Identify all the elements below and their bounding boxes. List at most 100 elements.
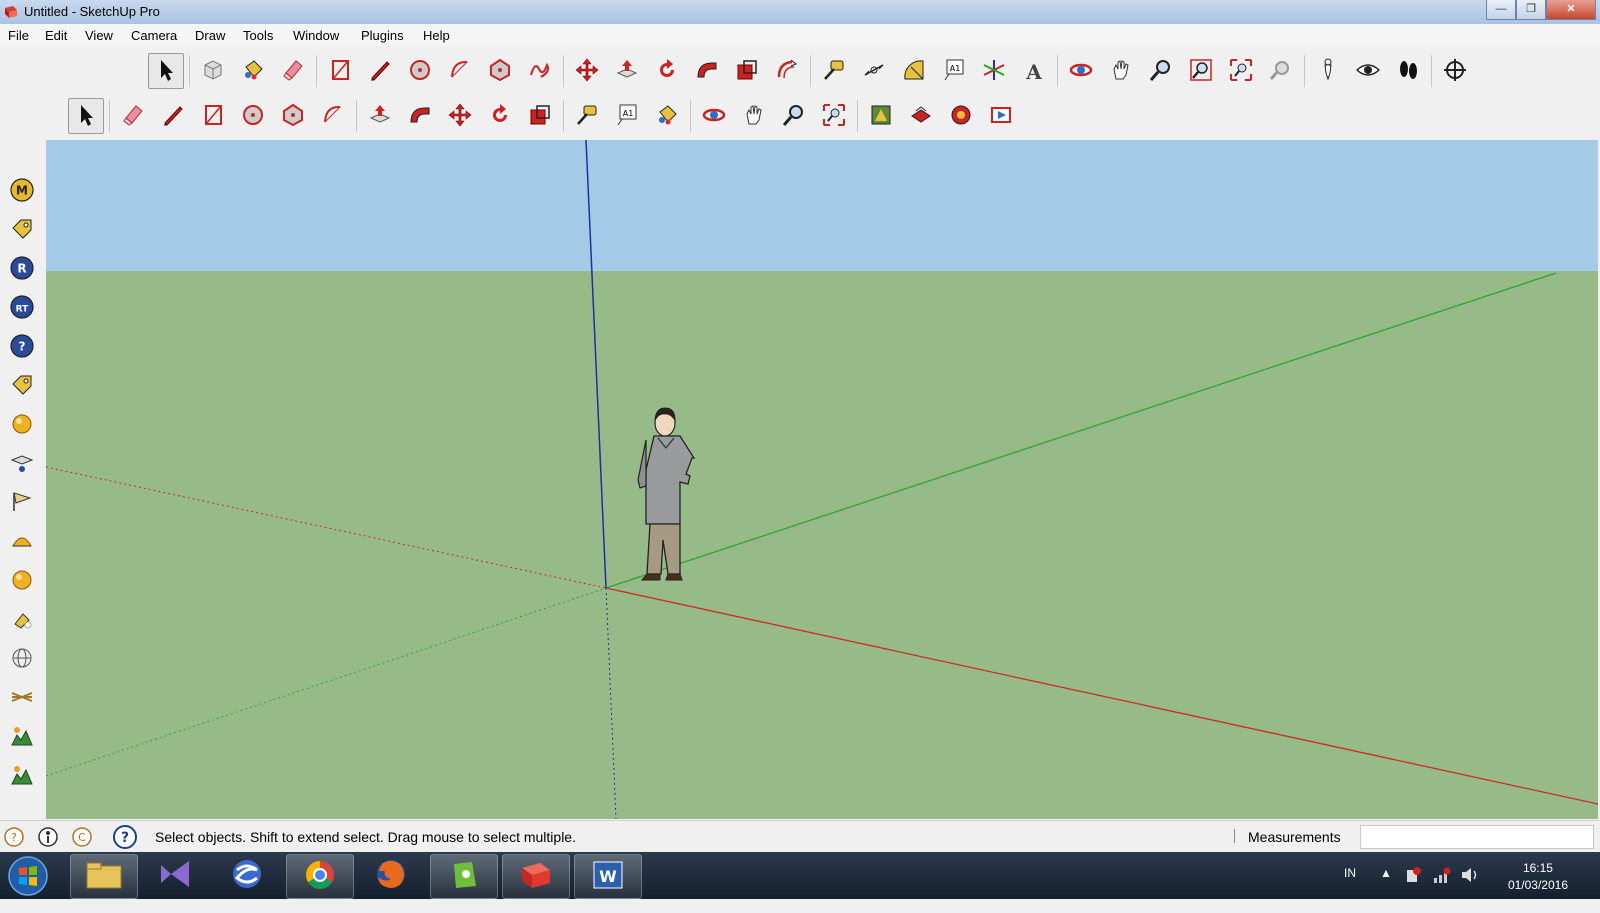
large-toolset-freehand-button[interactable]	[522, 53, 558, 89]
taskbar-visual-studio-button[interactable]	[142, 854, 208, 897]
system-clock[interactable]: 16:15 01/03/2016	[1508, 860, 1568, 894]
getting-started-scale-button[interactable]	[522, 98, 558, 134]
large-toolset-rotate-button[interactable]	[649, 53, 685, 89]
large-toolset-text-button[interactable]: A1	[936, 53, 972, 89]
large-toolset-arc-button[interactable]	[442, 53, 478, 89]
flag-plugin-button[interactable]	[4, 485, 40, 521]
large-toolset-section-plane-button[interactable]	[1437, 53, 1473, 89]
geo-location-icon[interactable]: ?	[4, 827, 24, 847]
getting-started-rectangle-button[interactable]	[195, 98, 231, 134]
large-toolset-scale-button[interactable]	[729, 53, 765, 89]
getting-started-extension-warehouse-button[interactable]	[983, 98, 1019, 134]
sphere-2-plugin-button[interactable]	[4, 563, 40, 599]
plugin-r-plugin-button[interactable]: R	[4, 251, 40, 287]
grid-plugin-button[interactable]	[4, 680, 40, 716]
sandbox-plugin-button[interactable]	[4, 446, 40, 482]
show-hidden-icons-icon[interactable]: ▲	[1380, 866, 1392, 913]
menu-tools[interactable]: Tools	[243, 28, 273, 43]
getting-started-polygon-button[interactable]	[275, 98, 311, 134]
large-toolset-dimension-button[interactable]	[856, 53, 892, 89]
tag-plugin-button[interactable]	[4, 212, 40, 248]
light-plugin-button[interactable]	[4, 602, 40, 638]
instructor-help-icon[interactable]: ?	[113, 825, 137, 849]
large-toolset-polygon-button[interactable]	[482, 53, 518, 89]
taskbar-sketchup-button[interactable]	[502, 854, 570, 899]
help-plugin-button[interactable]: ?	[4, 329, 40, 365]
large-toolset-circle-button[interactable]	[402, 53, 438, 89]
getting-started-pan-button[interactable]	[736, 98, 772, 134]
large-toolset-previous-view-button[interactable]	[1263, 53, 1299, 89]
landscape-2-plugin-button[interactable]	[4, 758, 40, 794]
getting-started-pencil-button[interactable]	[155, 98, 191, 134]
large-toolset-push-pull-button[interactable]	[609, 53, 645, 89]
large-toolset-axes-button[interactable]	[976, 53, 1012, 89]
getting-started-share-model-button[interactable]	[903, 98, 939, 134]
getting-started-follow-me-button[interactable]	[402, 98, 438, 134]
measurements-input[interactable]	[1360, 825, 1594, 849]
dome-plugin-button[interactable]	[4, 524, 40, 560]
large-toolset-look-around-button[interactable]	[1350, 53, 1386, 89]
large-toolset-offset-button[interactable]	[769, 53, 805, 89]
tag-2-plugin-button[interactable]	[4, 368, 40, 404]
scene-canvas[interactable]	[46, 140, 1598, 819]
menu-view[interactable]: View	[85, 28, 113, 43]
large-toolset-protractor-button[interactable]	[896, 53, 932, 89]
large-toolset-component-button[interactable]	[195, 53, 231, 89]
large-toolset-tape-measure-button[interactable]	[816, 53, 852, 89]
plugin-m-plugin-button[interactable]: M	[4, 173, 40, 209]
drawing-viewport[interactable]	[46, 140, 1598, 819]
sphere-plugin-button[interactable]	[4, 407, 40, 443]
large-toolset-zoom-extents-button[interactable]	[1223, 53, 1259, 89]
large-toolset-orbit-button[interactable]	[1063, 53, 1099, 89]
credits-icon[interactable]	[38, 827, 58, 847]
language-indicator[interactable]: IN	[1344, 866, 1356, 913]
getting-started-arc-button[interactable]	[315, 98, 351, 134]
taskbar-file-explorer-button[interactable]	[70, 854, 138, 899]
large-toolset-zoom-button[interactable]	[1143, 53, 1179, 89]
getting-started-get-models-button[interactable]	[863, 98, 899, 134]
taskbar-firefox-button[interactable]	[358, 854, 424, 897]
network-icon[interactable]	[1432, 866, 1452, 884]
getting-started-select-button[interactable]	[68, 98, 104, 134]
menu-edit[interactable]: Edit	[45, 28, 67, 43]
taskbar-swirl-app-button[interactable]	[214, 854, 280, 897]
getting-started-zoom-extents-button[interactable]	[816, 98, 852, 134]
plugin-rt-plugin-button[interactable]: RT	[4, 290, 40, 326]
getting-started-text-button[interactable]: A1	[609, 98, 645, 134]
taskbar-chrome-button[interactable]	[286, 854, 354, 899]
large-toolset-3d-text-button[interactable]: A	[1016, 53, 1052, 89]
menu-help[interactable]: Help	[423, 28, 450, 43]
volume-icon[interactable]	[1460, 866, 1480, 884]
taskbar-evernote-button[interactable]	[430, 854, 498, 899]
large-toolset-pan-button[interactable]	[1103, 53, 1139, 89]
getting-started-paint-bucket-button[interactable]	[649, 98, 685, 134]
large-toolset-follow-me-button[interactable]	[689, 53, 725, 89]
large-toolset-zoom-window-button[interactable]	[1183, 53, 1219, 89]
minimize-button[interactable]: —	[1486, 0, 1516, 20]
large-toolset-pencil-button[interactable]	[362, 53, 398, 89]
menu-camera[interactable]: Camera	[131, 28, 177, 43]
menu-window[interactable]: Window	[293, 28, 339, 43]
globe-plugin-button[interactable]	[4, 641, 40, 677]
getting-started-move-button[interactable]	[442, 98, 478, 134]
account-icon[interactable]: C	[72, 827, 92, 847]
large-toolset-paint-bucket-button[interactable]	[235, 53, 271, 89]
taskbar-word-button[interactable]: W	[574, 854, 642, 899]
menu-file[interactable]: File	[8, 28, 29, 43]
start-button-icon[interactable]	[6, 855, 50, 897]
large-toolset-eraser-button[interactable]	[275, 53, 311, 89]
getting-started-rotate-button[interactable]	[482, 98, 518, 134]
getting-started-zoom-button[interactable]	[776, 98, 812, 134]
large-toolset-rectangle-button[interactable]	[322, 53, 358, 89]
getting-started-eraser-button[interactable]	[115, 98, 151, 134]
menu-plugins[interactable]: Plugins	[361, 28, 404, 43]
safely-remove-icon[interactable]	[1404, 866, 1422, 884]
getting-started-push-pull-button[interactable]	[362, 98, 398, 134]
close-button[interactable]: ✕	[1546, 0, 1596, 20]
large-toolset-select-button[interactable]	[148, 53, 184, 89]
getting-started-share-component-button[interactable]	[943, 98, 979, 134]
getting-started-tape-measure-button[interactable]	[569, 98, 605, 134]
getting-started-circle-button[interactable]	[235, 98, 271, 134]
landscape-plugin-button[interactable]	[4, 719, 40, 755]
getting-started-orbit-button[interactable]	[696, 98, 732, 134]
